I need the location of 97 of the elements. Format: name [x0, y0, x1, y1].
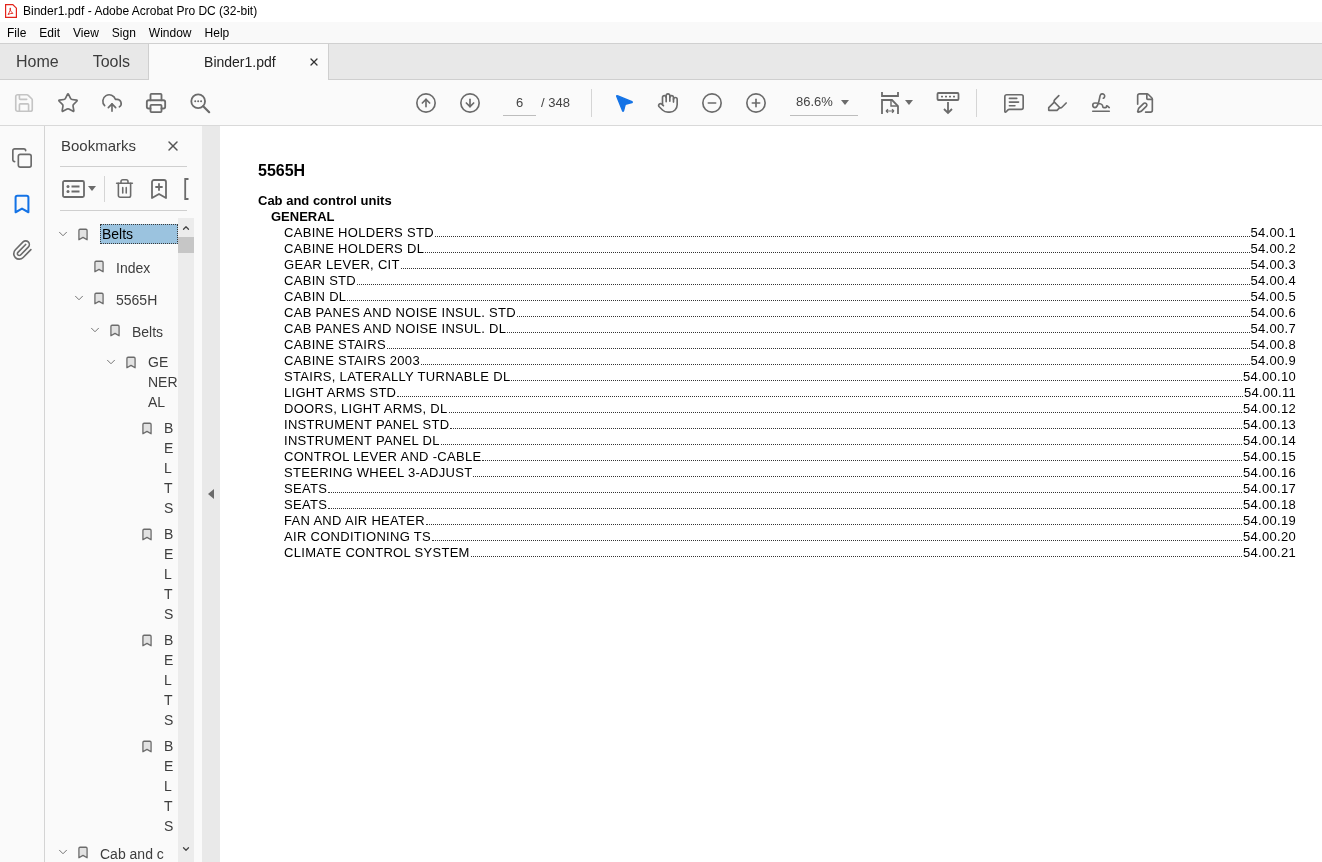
toc-page-number: 54.00.18 [1243, 497, 1296, 513]
toc-page-number: 54.00.19 [1243, 513, 1296, 529]
toc-page-number: 54.00.16 [1243, 465, 1296, 481]
menu-item[interactable]: Window [148, 23, 192, 42]
bookmark-label[interactable]: BELTS [164, 736, 178, 836]
toc-page-number: 54.00.21 [1243, 545, 1296, 561]
section-heading: Cab and control units [258, 193, 392, 209]
caret-icon [88, 186, 96, 191]
toc-entry: STEERING WHEEL 3-ADJUST [284, 465, 473, 481]
menu-item[interactable]: Sign [111, 23, 136, 42]
toc-entry: LIGHT ARMS STD [284, 385, 397, 401]
zoom-out-icon[interactable] [700, 91, 723, 114]
toc-page-number: 54.00.8 [1250, 337, 1296, 353]
toc-entry: INSTRUMENT PANEL DL [284, 433, 440, 449]
toc-entry: STAIRS, LATERALLY TURNABLE DL [284, 369, 511, 385]
cloud-upload-icon[interactable] [101, 91, 123, 114]
toc-entry: GEAR LEVER, CIT [284, 257, 400, 273]
bookmark-label[interactable]: GENERAL [148, 352, 178, 412]
caret-icon [840, 99, 849, 105]
bookmark-label[interactable]: BELTS [164, 418, 178, 518]
hand-icon[interactable] [656, 91, 679, 114]
toc-page-number: 54.00.11 [1243, 385, 1296, 401]
comment-icon[interactable] [1002, 91, 1025, 114]
toc-entry: CABINE HOLDERS DL [284, 241, 425, 257]
pages-icon[interactable] [11, 147, 33, 169]
close-icon[interactable] [165, 138, 181, 154]
toc-page-number: 54.00.14 [1243, 433, 1296, 449]
toc-page-number: 54.00.13 [1243, 417, 1296, 433]
zoom-in-icon[interactable] [744, 91, 767, 114]
toc-page-number: 54.00.12 [1243, 401, 1296, 417]
fit-page-icon [879, 90, 902, 115]
paperclip-icon[interactable] [11, 239, 33, 261]
collapse-arrow-icon[interactable] [208, 489, 214, 499]
toc-page-number: 54.00.15 [1243, 449, 1296, 465]
subsection-heading: GENERAL [271, 209, 335, 225]
toc-entry: CLIMATE CONTROL SYSTEM [284, 545, 470, 561]
options-button[interactable] [62, 179, 96, 198]
menu-item[interactable]: View [73, 23, 99, 42]
toc-entry: AIR CONDITIONING TS [284, 529, 432, 545]
toc-page-number: 54.00.4 [1250, 273, 1296, 289]
toc-entry: CONTROL LEVER AND -CABLE [284, 449, 482, 465]
tab-title: Binder1.pdf [204, 52, 276, 72]
scroll-mode-icon[interactable] [935, 90, 960, 115]
window-title: Binder1.pdf - Adobe Acrobat Pro DC (32-bit) [23, 3, 258, 20]
toc-page-number: 54.00.7 [1250, 321, 1296, 337]
fit-page-button[interactable] [879, 90, 913, 115]
arrow-up-circle-icon[interactable] [415, 91, 437, 114]
toc-entry: FAN AND AIR HEATER [284, 513, 425, 529]
toc-entry: CAB PANES AND NOISE INSUL. DL [284, 321, 507, 337]
menu-item[interactable]: Edit [39, 23, 61, 42]
toc-entry: CABIN DL [284, 289, 347, 305]
star-icon[interactable] [57, 91, 79, 114]
menu-item[interactable]: File [7, 23, 27, 42]
toc-page-number: 54.00.10 [1243, 369, 1296, 385]
bookmark-label[interactable]: Belts [132, 322, 164, 342]
toc-entry: SEATS [284, 481, 328, 497]
pdf-file-icon [5, 4, 17, 18]
toc-page-number: 54.00.6 [1250, 305, 1296, 321]
toc-page-number: 54.00.1 [1250, 225, 1296, 241]
page-count: / 348 [541, 93, 570, 112]
trash-icon[interactable] [114, 178, 135, 199]
bookmark-label[interactable]: BELTS [164, 630, 178, 730]
toc-page-number: 54.00.3 [1250, 257, 1296, 273]
magnifier-icon[interactable] [189, 91, 211, 114]
list-options-icon [62, 179, 85, 198]
bookmark-label[interactable]: Cab and c [100, 844, 164, 862]
bookmark-label[interactable]: Belts [100, 224, 178, 244]
toc-page-number: 54.00.2 [1250, 241, 1296, 257]
bookmark-label[interactable]: BELTS [164, 524, 178, 624]
scroll-down-icon[interactable] [181, 844, 191, 854]
document-heading: 5565H [258, 161, 306, 181]
print-icon[interactable] [145, 91, 167, 114]
signature-pen-icon[interactable] [1089, 91, 1112, 114]
toc-entry: INSTRUMENT PANEL STD [284, 417, 450, 433]
panel-title: Bookmarks [61, 135, 137, 156]
toc-entry: CAB PANES AND NOISE INSUL. STD [284, 305, 516, 321]
toc-entry: CABINE STAIRS 2003 [284, 353, 420, 369]
toc-entry: CABINE STAIRS [284, 337, 386, 353]
document-tab[interactable]: Binder1.pdf [148, 44, 330, 80]
toc-page-number: 54.00.9 [1250, 353, 1296, 369]
menu-item[interactable]: Help [204, 23, 230, 42]
toc-entry: SEATS [284, 497, 328, 513]
toc-entry: CABINE HOLDERS STD [284, 225, 434, 241]
scrollbar-thumb[interactable] [178, 237, 194, 253]
toc-page-number: 54.00.17 [1243, 481, 1296, 497]
bracket-icon[interactable] [184, 177, 189, 200]
toc-page-number: 54.00.20 [1243, 529, 1296, 545]
toc-entry: DOORS, LIGHT ARMS, DL [284, 401, 448, 417]
scroll-up-icon[interactable] [181, 223, 191, 233]
arrow-down-circle-icon[interactable] [459, 91, 481, 114]
zoom-field[interactable]: 86.6% [789, 89, 858, 116]
bookmark-label[interactable]: Index [116, 258, 151, 278]
caret-icon [904, 100, 913, 105]
toc-entry: CABIN STD [284, 273, 357, 289]
toc-page-number: 54.00.5 [1250, 289, 1296, 305]
page-number-field[interactable]: 6 [503, 89, 536, 116]
bookmark-label[interactable]: 5565H [116, 290, 158, 310]
